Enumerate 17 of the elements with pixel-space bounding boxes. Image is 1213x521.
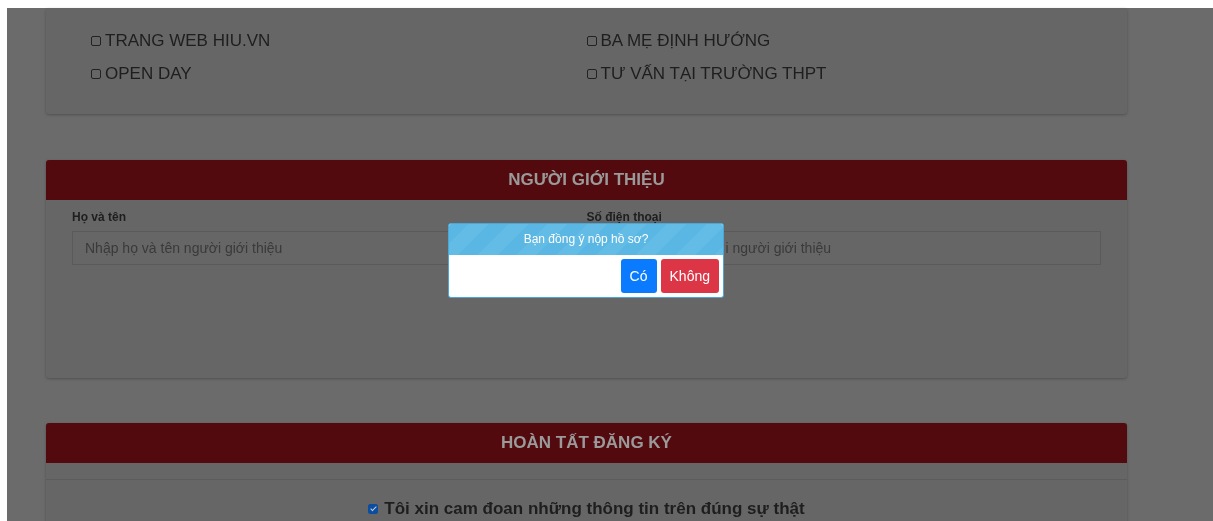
option-label: OPEN DAY bbox=[105, 62, 192, 85]
section-header: HOÀN TẤT ĐĂNG KÝ bbox=[46, 423, 1127, 463]
section-header: NGƯỜI GIỚI THIỆU bbox=[46, 160, 1127, 200]
confirm-button[interactable]: Có bbox=[620, 259, 657, 293]
field-label: Số điện thoại bbox=[586, 209, 663, 226]
option-label: TƯ VẤN TẠI TRƯỜNG THPT bbox=[600, 62, 827, 85]
option-label: BA MẸ ĐỊNH HƯỚNG bbox=[600, 29, 771, 52]
checkbox[interactable] bbox=[586, 35, 597, 46]
agreement-label: Tôi xin cam đoan những thông tin trên đúng sự thật bbox=[384, 498, 805, 520]
checkbox[interactable] bbox=[91, 68, 101, 79]
checkbox[interactable] bbox=[586, 68, 597, 79]
cancel-button[interactable]: Không bbox=[660, 259, 719, 293]
checkbox[interactable] bbox=[368, 503, 379, 514]
dialog-message: Bạn đồng ý nộp hồ sơ? bbox=[449, 224, 723, 255]
field-label: Họ và tên bbox=[72, 209, 127, 226]
checkbox[interactable] bbox=[91, 35, 101, 46]
option-label: TRANG WEB HIU.VN bbox=[105, 29, 271, 52]
